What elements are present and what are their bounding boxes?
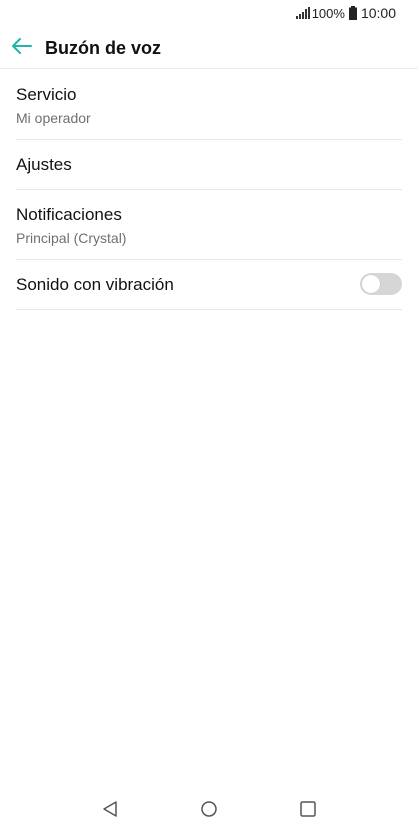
- navigation-bar: [0, 786, 418, 836]
- battery-percent: 100%: [311, 5, 345, 21]
- back-triangle-icon: [101, 800, 119, 823]
- app-bar: Buzón de voz: [0, 28, 418, 69]
- nav-recents-button[interactable]: [288, 791, 328, 831]
- setting-subtitle: Mi operador: [16, 110, 91, 126]
- toggle-knob: [362, 275, 380, 293]
- back-button[interactable]: [2, 28, 42, 68]
- recents-square-icon: [299, 800, 317, 823]
- setting-title: Ajustes: [16, 155, 72, 174]
- nav-back-button[interactable]: [90, 791, 130, 831]
- setting-subtitle: Principal (Crystal): [16, 230, 127, 246]
- setting-notificaciones[interactable]: Notificaciones Principal (Crystal): [16, 190, 402, 260]
- back-arrow-icon: [12, 37, 32, 59]
- settings-list: Servicio Mi operador Ajustes Notificacio…: [16, 70, 402, 310]
- battery-icon: [348, 6, 357, 20]
- setting-sonido-vibracion[interactable]: Sonido con vibración: [16, 260, 402, 310]
- setting-ajustes[interactable]: Ajustes: [16, 140, 402, 190]
- setting-servicio[interactable]: Servicio Mi operador: [16, 70, 402, 140]
- nav-home-button[interactable]: [189, 791, 229, 831]
- status-bar: 100% 10:00: [0, 0, 418, 26]
- setting-title: Notificaciones: [16, 205, 122, 224]
- setting-title: Sonido con vibración: [16, 275, 174, 294]
- signal-icon: [295, 7, 310, 19]
- status-clock: 10:00: [360, 5, 396, 21]
- home-circle-icon: [200, 800, 218, 823]
- vibration-toggle[interactable]: [360, 273, 402, 295]
- setting-title: Servicio: [16, 85, 77, 104]
- page-title: Buzón de voz: [45, 37, 161, 58]
